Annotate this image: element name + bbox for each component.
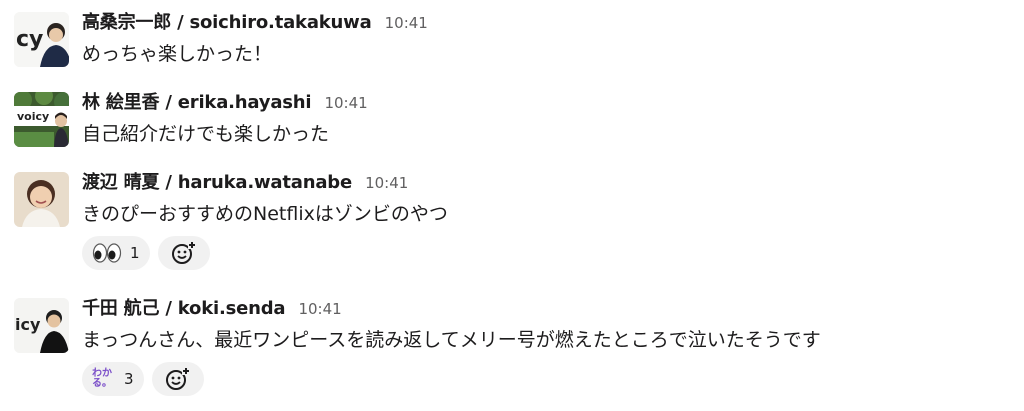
timestamp[interactable]: 10:41: [385, 14, 428, 32]
message-body: 千田 航己 / koki.senda 10:41 まっつんさん、最近ワンピースを…: [82, 298, 1014, 396]
timestamp[interactable]: 10:41: [365, 174, 408, 192]
avatar-logo-text: cy: [16, 27, 44, 52]
author-name[interactable]: 渡辺 晴夏 / haruka.watanabe: [82, 172, 352, 193]
message-meta: 千田 航己 / koki.senda 10:41: [82, 298, 1014, 320]
reaction-count: 1: [130, 244, 140, 262]
reaction-count: 3: [124, 370, 134, 388]
add-reaction-icon: [171, 241, 196, 264]
timestamp[interactable]: 10:41: [298, 300, 341, 318]
add-reaction-button[interactable]: [157, 236, 210, 270]
add-reaction-button[interactable]: [151, 362, 204, 396]
message-body: 林 絵里香 / erika.hayashi 10:41 自己紹介だけでも楽しかっ…: [82, 92, 1014, 146]
message-body: 渡辺 晴夏 / haruka.watanabe 10:41 きのぴーおすすめのN…: [82, 172, 1014, 270]
message-meta: 林 絵里香 / erika.hayashi 10:41: [82, 92, 1014, 114]
eyes-emoji: [92, 243, 122, 263]
message-text: めっちゃ楽しかった！: [82, 43, 273, 65]
reaction-pill[interactable]: わか る。 3: [82, 362, 144, 396]
author-name[interactable]: 高桑宗一郎 / soichiro.takakuwa: [82, 12, 372, 33]
add-reaction-icon: [165, 367, 190, 390]
message-meta: 高桑宗一郎 / soichiro.takakuwa 10:41: [82, 12, 1014, 34]
message-body: 高桑宗一郎 / soichiro.takakuwa 10:41 めっちゃ楽しかっ…: [82, 12, 1014, 66]
avatar-logo-text: icy: [15, 315, 41, 334]
avatar[interactable]: cy: [14, 12, 69, 67]
avatar[interactable]: voicy: [14, 92, 69, 147]
author-name[interactable]: 林 絵里香 / erika.hayashi: [82, 92, 312, 113]
avatar-image: [14, 172, 69, 227]
reaction-pill[interactable]: 1: [82, 236, 150, 270]
reactions-bar: わか る。 3: [82, 362, 1014, 396]
message-meta: 渡辺 晴夏 / haruka.watanabe 10:41: [82, 172, 1014, 194]
avatar-logo-text: voicy: [17, 110, 50, 123]
avatar[interactable]: [14, 172, 69, 227]
message-feed: cy 高桑宗一郎 / soichiro.takakuwa 10:41 めっちゃ楽…: [0, 0, 1024, 411]
message-text: まっつんさん、最近ワンピースを読み返してメリー号が燃えたところで泣いたそうです: [82, 329, 821, 351]
reactions-bar: 1: [82, 236, 1014, 270]
wakaru-emoji: わか る。: [92, 368, 112, 389]
message-text: きのぴーおすすめのNetflixはゾンビのやつ: [82, 203, 448, 225]
avatar[interactable]: icy: [14, 298, 69, 353]
message-text: 自己紹介だけでも楽しかった: [82, 123, 330, 145]
timestamp[interactable]: 10:41: [324, 94, 367, 112]
author-name[interactable]: 千田 航己 / koki.senda: [82, 298, 286, 319]
